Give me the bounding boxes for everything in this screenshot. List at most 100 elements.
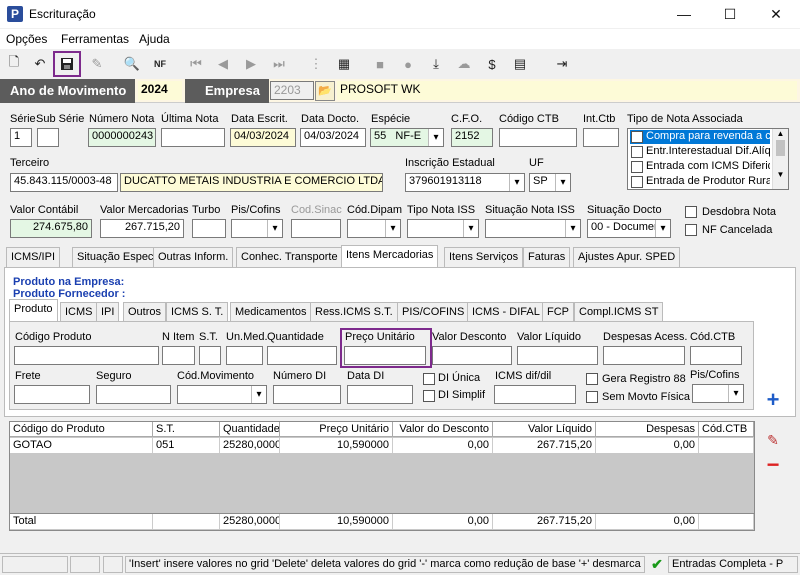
tab-conhec-transporte[interactable]: Conhec. Transporte bbox=[236, 247, 343, 267]
subtab-medicamentos[interactable]: Medicamentos bbox=[230, 302, 312, 322]
seguro-field[interactable] bbox=[96, 385, 171, 404]
tipo-nota-list[interactable]: Compra para revenda a co Entr.Interestad… bbox=[627, 128, 789, 190]
n-item-field[interactable] bbox=[162, 346, 195, 365]
valor-mercadorias-field[interactable]: 267.715,20 bbox=[100, 219, 184, 238]
cod-dipam-select[interactable] bbox=[347, 219, 401, 238]
tipo-nota-checkbox[interactable] bbox=[631, 176, 643, 188]
tipo-nota-checkbox[interactable] bbox=[631, 131, 643, 143]
undo-icon[interactable]: ↶ bbox=[29, 53, 51, 75]
di-simplif-checkbox[interactable] bbox=[423, 390, 435, 402]
pis-cofins-item-select[interactable] bbox=[692, 384, 744, 403]
grid-header-desconto[interactable]: Valor do Desconto bbox=[393, 422, 493, 437]
situacao-nota-iss-select[interactable] bbox=[485, 219, 581, 238]
grid-header-quantidade[interactable]: Quantidade bbox=[220, 422, 280, 437]
sem-movto-fisica-checkbox[interactable] bbox=[586, 391, 598, 403]
valor-contabil-field[interactable]: 274.675,80 bbox=[10, 219, 92, 238]
money-bag-icon[interactable]: $ bbox=[481, 53, 503, 75]
quantidade-field[interactable] bbox=[267, 346, 337, 365]
close-button[interactable]: ✕ bbox=[753, 0, 799, 28]
situacao-docto-select[interactable]: 00 - Documer bbox=[587, 219, 671, 238]
tab-itens-servicos[interactable]: Itens Serviços bbox=[444, 247, 524, 267]
turbo-field[interactable] bbox=[192, 219, 226, 238]
exit-door-icon[interactable]: ⇥ bbox=[551, 53, 573, 75]
subtab-ipi[interactable]: IPI bbox=[96, 302, 120, 322]
frete-field[interactable] bbox=[14, 385, 90, 404]
tipo-nota-checkbox[interactable] bbox=[631, 146, 643, 158]
tipo-nota-checkbox[interactable] bbox=[631, 161, 643, 173]
uf-select[interactable]: SP bbox=[529, 173, 571, 192]
last-record-icon[interactable]: ⏭ bbox=[268, 53, 290, 75]
nf-cancelada-checkbox[interactable] bbox=[685, 224, 697, 236]
tab-outras-inform[interactable]: Outras Inform. bbox=[153, 247, 234, 267]
serie-field[interactable]: 1 bbox=[10, 128, 32, 147]
tipo-nota-scrollbar[interactable]: ▲ ▼ bbox=[772, 129, 788, 189]
subtab-icms-st[interactable]: ICMS S. T. bbox=[166, 302, 229, 322]
grid-header-despesas[interactable]: Despesas bbox=[596, 422, 699, 437]
table-row[interactable]: GOTAO 051 25280,0000 10,590000 0,00 267.… bbox=[10, 438, 754, 454]
tab-faturas[interactable]: Faturas bbox=[523, 247, 571, 267]
stamp-icon[interactable]: ● bbox=[397, 53, 419, 75]
valor-liquido-field[interactable] bbox=[517, 346, 598, 365]
cfo-field[interactable]: 2152 bbox=[451, 128, 493, 147]
items-grid[interactable]: Código do Produto S.T. Quantidade Preço … bbox=[9, 421, 755, 531]
subserie-field[interactable] bbox=[37, 128, 59, 147]
un-med-field[interactable] bbox=[226, 346, 263, 365]
cod-ctb-field[interactable] bbox=[690, 346, 742, 365]
maximize-button[interactable]: ☐ bbox=[707, 0, 753, 28]
grid-header-preco[interactable]: Preço Unitário bbox=[280, 422, 393, 437]
cod-movimento-select[interactable] bbox=[177, 385, 267, 404]
cod-sinac-field[interactable] bbox=[291, 219, 341, 238]
first-record-icon[interactable]: ⏮ bbox=[185, 53, 207, 75]
minimize-button[interactable]: — bbox=[661, 0, 707, 28]
codigo-ctb-field[interactable] bbox=[499, 128, 577, 147]
data-di-field[interactable] bbox=[347, 385, 413, 404]
delete-icon[interactable]: ✎ bbox=[86, 53, 108, 75]
icms-dif-dil-field[interactable] bbox=[494, 385, 576, 404]
tipo-nota-option[interactable]: Compra para revenda a co bbox=[630, 130, 770, 144]
tab-itens-mercadorias[interactable]: Itens Mercadorias bbox=[341, 245, 439, 268]
download-icon[interactable]: ⤓ bbox=[425, 53, 447, 75]
empresa-code-field[interactable]: 2203 bbox=[270, 81, 314, 100]
report-icon[interactable]: ▤ bbox=[509, 53, 531, 75]
numero-di-field[interactable] bbox=[273, 385, 341, 404]
subtab-compl-icms-st[interactable]: Compl.ICMS ST bbox=[574, 302, 664, 322]
new-document-icon[interactable]: 🗋 bbox=[3, 53, 25, 75]
subtab-pis-cofins[interactable]: PIS/COFINS bbox=[397, 302, 470, 322]
tab-ajustes-apur-sped[interactable]: Ajustes Apur. SPED bbox=[573, 247, 681, 267]
preview-icon[interactable]: 🔍 bbox=[121, 53, 143, 75]
subtab-outros[interactable]: Outros bbox=[123, 302, 167, 322]
grid-header-codigo[interactable]: Código do Produto bbox=[10, 422, 153, 437]
numero-nota-field[interactable]: 0000000243 bbox=[88, 128, 156, 147]
remove-item-icon[interactable]: − bbox=[761, 454, 785, 476]
especie-select[interactable]: 55 NF-E bbox=[370, 128, 444, 147]
subtab-icms[interactable]: ICMS bbox=[60, 302, 98, 322]
tipo-nota-option[interactable]: Entr.Interestadual Dif.Alíq bbox=[630, 145, 770, 159]
terceiro-cnpj-field[interactable]: 45.843.115/0003-48 bbox=[10, 173, 118, 192]
subtab-icms-difal[interactable]: ICMS - DIFAL bbox=[467, 302, 545, 322]
menu-ferramentas[interactable]: Ferramentas bbox=[61, 32, 129, 46]
tipo-nota-option[interactable]: Entrada com ICMS Diferido bbox=[630, 160, 770, 174]
di-unica-checkbox[interactable] bbox=[423, 373, 435, 385]
tipo-nota-option[interactable]: Entrada de Produtor Rural bbox=[630, 175, 770, 189]
tipo-nota-iss-select[interactable] bbox=[407, 219, 479, 238]
previous-record-icon[interactable]: ◀ bbox=[212, 53, 234, 75]
nfe-icon[interactable]: NF bbox=[149, 53, 171, 75]
save-icon[interactable] bbox=[53, 51, 81, 77]
subtab-fcp[interactable]: FCP bbox=[542, 302, 574, 322]
gera-registro-checkbox[interactable] bbox=[586, 373, 598, 385]
cloud-icon[interactable]: ☁ bbox=[453, 53, 475, 75]
inscricao-select[interactable]: 379601913118 bbox=[405, 173, 525, 192]
desdobra-nota-checkbox[interactable] bbox=[685, 206, 697, 218]
grid-header-liquido[interactable]: Valor Líquido bbox=[493, 422, 596, 437]
grid-header-st[interactable]: S.T. bbox=[153, 422, 220, 437]
folder-icon[interactable]: ■ bbox=[369, 53, 391, 75]
next-record-icon[interactable]: ▶ bbox=[240, 53, 262, 75]
data-docto-field[interactable]: 04/03/2024 bbox=[300, 128, 366, 147]
tree-icon[interactable]: ⋮ bbox=[305, 53, 327, 75]
tab-icms-ipi[interactable]: ICMS/IPI bbox=[6, 247, 61, 267]
edit-item-icon[interactable]: ✎ bbox=[761, 432, 785, 452]
subtab-ress-icms-st[interactable]: Ress.ICMS S.T. bbox=[310, 302, 398, 322]
data-escrit-field[interactable]: 04/03/2024 bbox=[230, 128, 296, 147]
add-item-icon[interactable]: + bbox=[761, 389, 785, 412]
grid-header-cod-ctb[interactable]: Cód.CTB bbox=[699, 422, 754, 437]
